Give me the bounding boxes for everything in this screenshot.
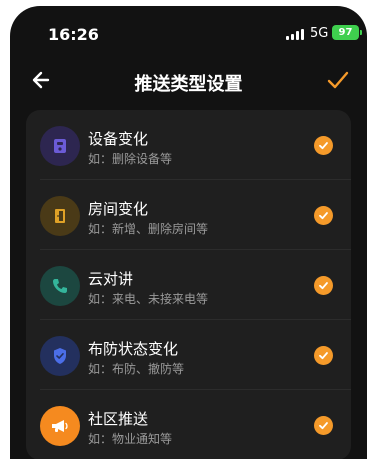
list-item-room-change[interactable]: 房间变化 如：新增、删除房间等 bbox=[26, 180, 351, 250]
network-type: 5G bbox=[310, 26, 329, 41]
item-subtitle: 如：来电、未接来电等 bbox=[88, 292, 209, 306]
check-icon[interactable] bbox=[314, 206, 333, 225]
battery-tip bbox=[360, 30, 362, 35]
list-item-cloud-intercom[interactable]: 云对讲 如：来电、未接来电等 bbox=[26, 250, 351, 320]
megaphone-icon bbox=[40, 406, 80, 446]
list-item-device-change[interactable]: 设备变化 如：删除设备等 bbox=[26, 110, 351, 180]
battery-level: 97 bbox=[338, 27, 353, 38]
status-time: 16:26 bbox=[48, 25, 99, 44]
check-icon[interactable] bbox=[314, 416, 333, 435]
item-subtitle: 如：删除设备等 bbox=[88, 152, 173, 166]
check-icon[interactable] bbox=[314, 276, 333, 295]
push-type-list: 设备变化 如：删除设备等 房间变化 如：新增、删除房间等 云对讲 如：来电、未接… bbox=[26, 110, 351, 459]
confirm-button[interactable] bbox=[325, 67, 351, 93]
battery-icon: 97 bbox=[332, 25, 359, 40]
check-icon[interactable] bbox=[314, 346, 333, 365]
item-title: 房间变化 bbox=[88, 200, 149, 218]
check-icon[interactable] bbox=[314, 136, 333, 155]
item-title: 设备变化 bbox=[88, 130, 149, 148]
item-title: 布防状态变化 bbox=[88, 340, 179, 358]
checkmark-icon bbox=[327, 71, 349, 89]
device-icon bbox=[40, 126, 80, 166]
item-subtitle: 如：布防、撤防等 bbox=[88, 362, 185, 376]
item-title: 社区推送 bbox=[88, 410, 149, 428]
page-title: 推送类型设置 bbox=[134, 74, 243, 95]
door-icon bbox=[40, 196, 80, 236]
list-item-arming-status[interactable]: 布防状态变化 如：布防、撤防等 bbox=[26, 320, 351, 390]
item-title: 云对讲 bbox=[88, 270, 134, 288]
item-subtitle: 如：新增、删除房间等 bbox=[88, 222, 209, 236]
signal-icon bbox=[286, 29, 304, 40]
phone-screen: 16:26 5G 97 推送类型设置 设备变化 如：删除设备等 房间变化 如：新… bbox=[10, 6, 367, 459]
nav-bar: 推送类型设置 bbox=[10, 58, 367, 104]
item-subtitle: 如：物业通知等 bbox=[88, 432, 173, 446]
status-bar: 16:26 5G 97 bbox=[10, 6, 367, 56]
phone-icon bbox=[40, 266, 80, 306]
list-item-community-push[interactable]: 社区推送 如：物业通知等 bbox=[26, 390, 351, 459]
shield-icon bbox=[40, 336, 80, 376]
